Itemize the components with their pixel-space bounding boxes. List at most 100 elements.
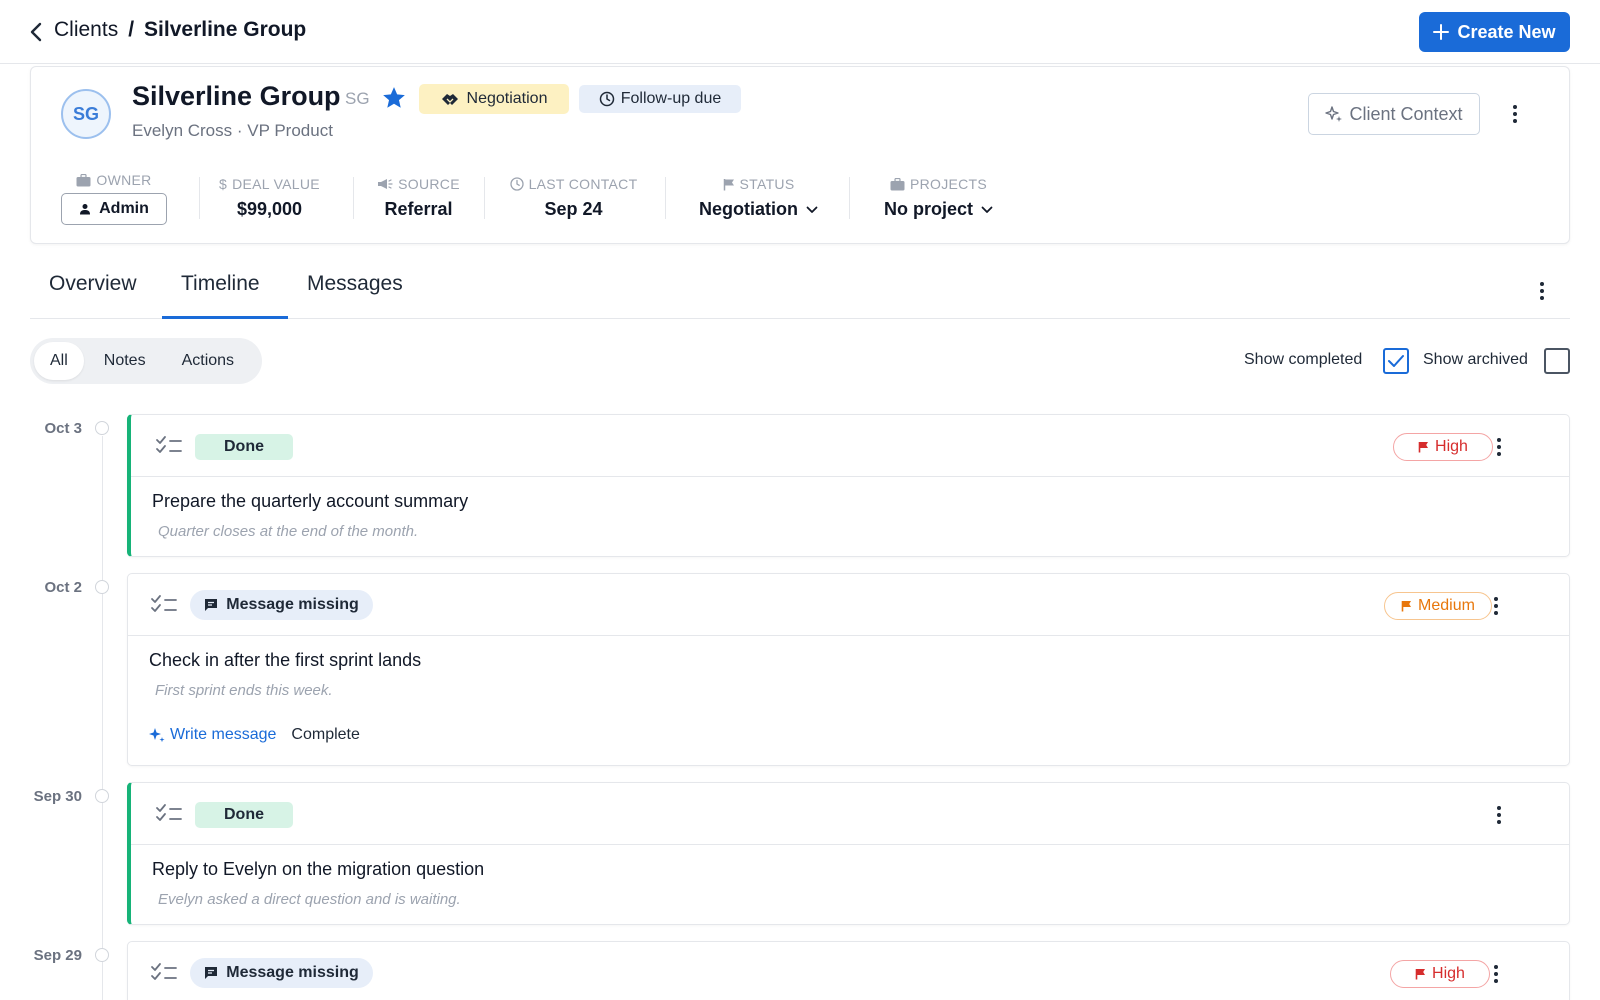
show-archived-checkbox[interactable]	[1544, 348, 1570, 374]
item-title: Check in after the first sprint lands	[149, 650, 422, 670]
stat-status: STATUS Negotiation	[691, 175, 826, 220]
flag-icon	[1401, 601, 1412, 612]
followup-badge: Follow-up due	[579, 85, 741, 113]
stat-source: SOURCE Referral	[371, 175, 466, 220]
message-icon	[205, 967, 218, 979]
status-select[interactable]: Negotiation	[699, 199, 818, 220]
flag-icon	[723, 178, 734, 190]
filter-notes[interactable]: Notes	[88, 342, 162, 380]
show-completed-checkbox[interactable]	[1383, 348, 1409, 374]
stat-deal-value: $ DEAL VALUE $99,000	[207, 175, 332, 220]
item-title: Reply to Evelyn on the migration questio…	[152, 859, 485, 879]
stat-status-label: STATUS	[739, 176, 795, 192]
message-icon	[205, 599, 218, 611]
timeline-dot	[95, 580, 109, 594]
filter-actions[interactable]: Actions	[166, 342, 250, 380]
stat-owner-label: OWNER	[96, 172, 152, 188]
stat-divider	[665, 177, 666, 219]
flag-icon	[1415, 969, 1426, 980]
item-actions: Write message Complete	[149, 726, 360, 744]
stat-source-label: SOURCE	[398, 176, 460, 192]
priority-label: High	[1432, 965, 1465, 982]
item-more-icon[interactable]	[1487, 801, 1511, 829]
item-title: Prepare the quarterly account summary	[152, 491, 469, 511]
chevron-down-icon	[981, 206, 993, 213]
show-archived-label: Show archived	[1423, 351, 1528, 368]
timeline-line	[102, 436, 103, 1000]
create-new-label: Create New	[1457, 21, 1556, 42]
status-badge-label: Message missing	[226, 596, 359, 613]
task-list-icon	[151, 963, 177, 980]
stat-projects-label: PROJECTS	[909, 176, 988, 192]
stage-badge: Negotiation	[419, 84, 569, 114]
active-tab-indicator	[162, 316, 288, 319]
create-new-button[interactable]: Create New	[1419, 12, 1570, 52]
timeline-item[interactable]: Message missing Medium Check in after th…	[127, 573, 1570, 766]
timeline-dot	[95, 948, 109, 962]
checkmark-icon	[1388, 355, 1404, 367]
dollar-icon: $	[219, 176, 228, 192]
source-value: Referral	[384, 199, 453, 219]
breadcrumb: Clients / Silverline Group	[54, 18, 306, 42]
owner-select-button[interactable]: Admin	[61, 193, 167, 225]
stat-last-contact-label: LAST CONTACT	[528, 176, 638, 192]
tab-timeline[interactable]: Timeline	[181, 272, 260, 319]
item-more-icon[interactable]	[1487, 433, 1511, 461]
status-badge: Done	[195, 802, 293, 828]
write-message-label: Write message	[170, 726, 277, 743]
stat-last-contact: LAST CONTACT Sep 24	[501, 175, 646, 220]
breadcrumb-separator: /	[128, 18, 135, 41]
task-list-icon	[156, 436, 182, 453]
client-avatar: SG	[61, 89, 111, 139]
priority-label: High	[1435, 438, 1468, 455]
last-contact-value: Sep 24	[544, 199, 603, 219]
status-badge: Message missing	[190, 958, 373, 988]
sparkle-icon	[1325, 106, 1343, 122]
back-chevron-icon[interactable]	[26, 20, 46, 44]
followup-badge-label: Follow-up due	[620, 90, 722, 107]
client-context-label: Client Context	[1349, 103, 1463, 124]
flag-icon	[1418, 442, 1429, 453]
item-note: Evelyn asked a direct question and is wa…	[158, 891, 461, 908]
stat-divider	[353, 177, 354, 219]
stat-projects: PROJECTS No project	[876, 175, 1001, 220]
timeline-date: Oct 3	[44, 420, 82, 437]
handshake-icon	[441, 94, 458, 105]
item-more-icon[interactable]	[1484, 592, 1508, 620]
tab-overview[interactable]: Overview	[49, 272, 137, 319]
stat-deal-value-label: DEAL VALUE	[232, 176, 320, 192]
star-icon[interactable]	[381, 85, 407, 111]
task-list-icon	[151, 595, 177, 612]
timeline-dot	[95, 421, 109, 435]
clock-icon	[509, 177, 524, 191]
tab-bar: Overview Timeline Messages	[30, 264, 1570, 319]
task-list-icon	[156, 804, 182, 821]
tab-messages[interactable]: Messages	[307, 272, 403, 319]
client-contact-subtitle: Evelyn Cross · VP Product	[132, 121, 333, 140]
complete-button[interactable]: Complete	[291, 726, 359, 744]
filter-all[interactable]: All	[34, 342, 84, 380]
client-more-icon[interactable]	[1503, 99, 1527, 129]
show-completed-label: Show completed	[1244, 351, 1363, 368]
timeline-item[interactable]: Message missing High	[127, 941, 1570, 1000]
write-message-button[interactable]: Write message	[149, 726, 276, 744]
timeline-date: Sep 30	[33, 788, 82, 805]
plus-icon	[1433, 24, 1450, 40]
briefcase-icon	[890, 177, 905, 190]
timeline-dot	[95, 789, 109, 803]
tabs-more-icon[interactable]	[1530, 276, 1554, 306]
megaphone-icon	[378, 179, 393, 189]
chevron-down-icon	[806, 206, 818, 213]
projects-select[interactable]: No project	[884, 199, 993, 220]
stat-divider	[199, 177, 200, 219]
top-bar: Clients / Silverline Group Create New	[0, 0, 1600, 64]
status-badge: Done	[195, 434, 293, 460]
item-more-icon[interactable]	[1484, 960, 1508, 988]
timeline-item[interactable]: Done Reply to Evelyn on the migration qu…	[127, 782, 1570, 925]
stat-divider	[849, 177, 850, 219]
stat-divider	[484, 177, 485, 219]
breadcrumb-clients-link[interactable]: Clients	[54, 18, 118, 42]
client-name: Silverline Group	[132, 81, 341, 111]
timeline-item[interactable]: Done High Prepare the quarterly account …	[127, 414, 1570, 557]
client-context-button[interactable]: Client Context	[1308, 93, 1480, 135]
